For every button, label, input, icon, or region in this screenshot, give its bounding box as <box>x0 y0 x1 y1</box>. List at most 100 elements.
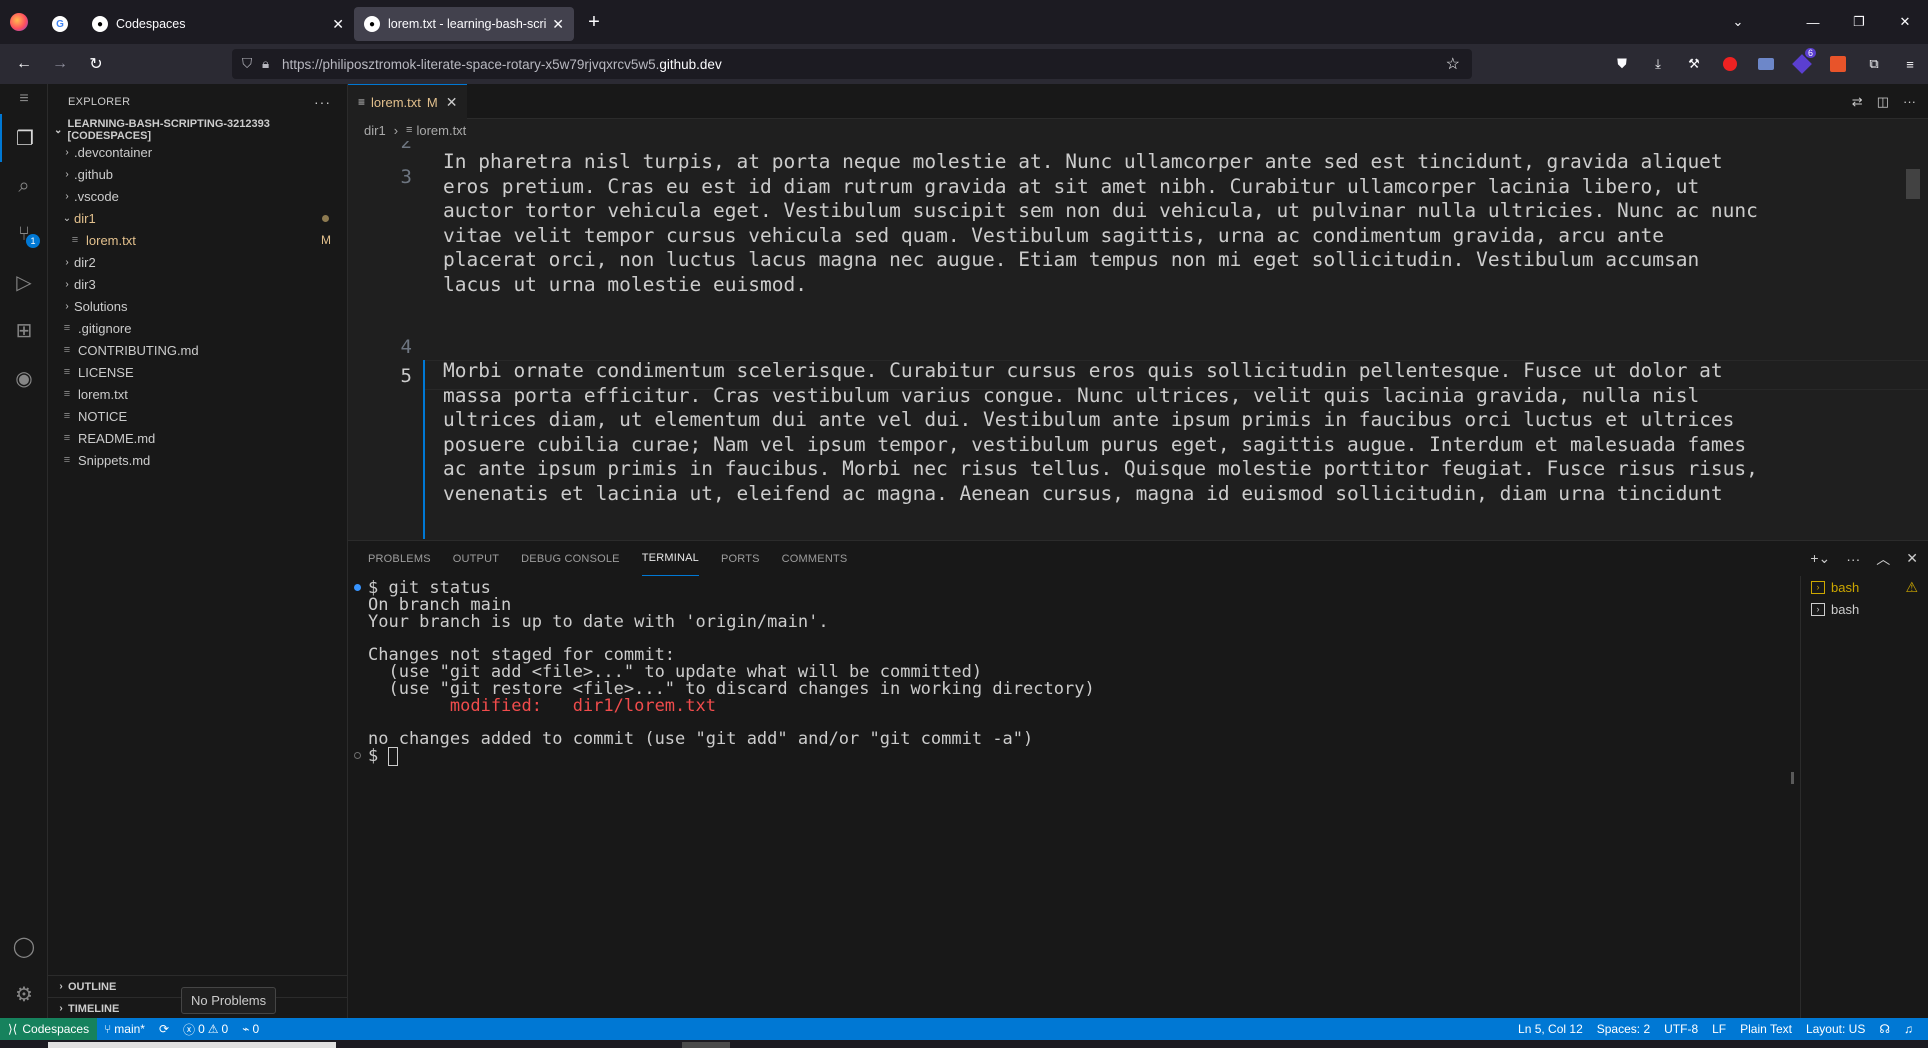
tab-output[interactable]: OUTPUT <box>453 541 499 576</box>
feedback-icon[interactable]: ☊ <box>1872 1022 1897 1036</box>
tree-item[interactable]: ≡ lorem.txt <box>48 383 347 405</box>
keyboard-layout[interactable]: Layout: US <box>1799 1022 1872 1036</box>
warning-icon: ⚠ <box>207 1022 219 1036</box>
tree-item[interactable]: ≡ .gitignore <box>48 317 347 339</box>
terminal[interactable]: $ git status On branch main Your branch is… <box>348 576 1800 1019</box>
terminal-item-bash[interactable]: › bash <box>1801 598 1928 620</box>
lock-icon[interactable]: 🔒︎ <box>262 56 282 72</box>
list-all-tabs-icon[interactable]: ⌄ <box>1718 0 1758 44</box>
app-menu-icon[interactable]: ≡ <box>1892 44 1928 84</box>
activity-bar: ≡ ❐ ⌕ ⑂ 1 ▷ ⊞ ◉ ◯ ⚙ <box>0 84 48 1018</box>
tree-item[interactable]: › .github <box>48 163 347 185</box>
extensions-icon[interactable]: ⊞ <box>0 306 48 354</box>
breadcrumb-file[interactable]: lorem.txt <box>416 123 466 138</box>
extension-card-icon[interactable] <box>1748 44 1784 84</box>
command-success-dot <box>354 584 361 591</box>
branch-indicator[interactable]: ⑂ main* <box>97 1022 152 1036</box>
editor-more-icon[interactable]: ··· <box>1903 94 1916 109</box>
extension-badge-icon[interactable]: 6 <box>1784 44 1820 84</box>
notifications-bell-icon[interactable]: ♫ <box>1897 1022 1920 1036</box>
minimize-icon[interactable]: — <box>1790 0 1836 44</box>
back-icon[interactable]: ← <box>6 48 42 80</box>
tree-item-label: Snippets.md <box>78 452 151 468</box>
end-of-line[interactable]: LF <box>1705 1022 1733 1036</box>
close-tab-icon[interactable]: ✕ <box>332 16 344 33</box>
panel-more-icon[interactable]: ··· <box>1846 551 1860 567</box>
tree-item[interactable]: ≡ lorem.txt M <box>48 229 347 251</box>
menu-icon[interactable]: ≡ <box>0 84 48 114</box>
terminal-scrollbar[interactable] <box>1791 772 1794 784</box>
code-area[interactable]: 2 3 4 5 In pharetra nisl turpis, at port… <box>348 141 1928 539</box>
close-editor-icon[interactable]: ✕ <box>446 94 458 111</box>
pocket-icon[interactable]: ⛊ <box>1604 44 1640 84</box>
tree-item[interactable]: ≡ LICENSE <box>48 361 347 383</box>
accounts-icon[interactable]: ◯ <box>0 922 48 970</box>
tree-item-label: .devcontainer <box>74 144 153 160</box>
tab-terminal[interactable]: TERMINAL <box>641 541 699 576</box>
tab-problems[interactable]: PROBLEMS <box>368 541 431 576</box>
workspace-root[interactable]: ⌄ LEARNING-BASH-SCRIPTING-3212393 [CODES… <box>48 118 347 142</box>
close-window-icon[interactable]: ✕ <box>1882 0 1928 44</box>
timeline-label: TIMELINE <box>68 1002 120 1015</box>
browser-tab-google[interactable]: G <box>38 7 82 41</box>
github-icon[interactable]: ◉ <box>0 354 48 402</box>
tree-item[interactable]: › Solutions <box>48 295 347 317</box>
cursor-position[interactable]: Ln 5, Col 12 <box>1511 1022 1590 1036</box>
scroll-indicator <box>682 1042 730 1048</box>
terminal-item-bash[interactable]: › bash ⚠ <box>1801 576 1928 598</box>
search-icon[interactable]: ⌕ <box>0 162 48 210</box>
code-line: lacus ut urna molestie euismod. <box>443 272 807 296</box>
close-panel-icon[interactable]: ✕ <box>1906 550 1918 567</box>
breadcrumb-dir[interactable]: dir1 <box>364 123 386 138</box>
tree-item[interactable]: ≡ CONTRIBUTING.md <box>48 339 347 361</box>
restore-icon[interactable]: ❐ <box>1836 0 1882 44</box>
terminal-list: › bash ⚠ › bash <box>1800 576 1928 1019</box>
indentation[interactable]: Spaces: 2 <box>1590 1022 1657 1036</box>
tab-comments[interactable]: COMMENTS <box>782 541 848 576</box>
run-debug-icon[interactable]: ▷ <box>0 258 48 306</box>
tracking-shield-icon[interactable]: ⛉ <box>232 56 262 72</box>
url-bar[interactable]: ⛉ 🔒︎ https://philiposztromok-literate-sp… <box>232 49 1472 79</box>
reload-icon[interactable]: ↻ <box>78 48 114 80</box>
bookmark-star-icon[interactable]: ☆ <box>1446 54 1460 74</box>
tree-item[interactable]: › .devcontainer <box>48 141 347 163</box>
tree-item[interactable]: › .vscode <box>48 185 347 207</box>
extension-orange-icon[interactable] <box>1820 44 1856 84</box>
browser-tab-codespaces[interactable]: ● Codespaces ✕ <box>82 7 354 41</box>
tree-item[interactable]: › dir2 <box>48 251 347 273</box>
manage-gear-icon[interactable]: ⚙ <box>0 970 48 1018</box>
tab-ports[interactable]: PORTS <box>721 541 760 576</box>
chevron-down-icon: ⌄ <box>54 124 63 136</box>
tree-item[interactable]: › dir3 <box>48 273 347 295</box>
sync-icon[interactable]: ⟳ <box>152 1022 176 1036</box>
extension-red-icon[interactable] <box>1712 44 1748 84</box>
encoding[interactable]: UTF-8 <box>1657 1022 1705 1036</box>
maximize-panel-icon[interactable]: ︿ <box>1876 549 1890 569</box>
problems-indicator[interactable]: ⓧ 0 ⚠ 0 <box>176 1021 235 1038</box>
source-control-icon[interactable]: ⑂ 1 <box>0 210 48 258</box>
tree-item[interactable]: ⌄ dir1 <box>48 207 347 229</box>
close-tab-icon[interactable]: ✕ <box>552 16 564 33</box>
editor-tab-lorem[interactable]: ≡ lorem.txt M ✕ <box>348 84 468 119</box>
tree-item[interactable]: ≡ NOTICE <box>48 405 347 427</box>
extensions-puzzle-icon[interactable]: ⧉ <box>1856 44 1892 84</box>
firefox-menu-icon[interactable] <box>0 0 38 44</box>
new-terminal-icon[interactable]: +⌄ <box>1810 550 1830 567</box>
ports-indicator[interactable]: ⌁ 0 <box>235 1022 266 1036</box>
browser-tab-lorem[interactable]: ● lorem.txt - learning-bash-script ✕ <box>354 7 574 41</box>
tree-item[interactable]: ≡ README.md <box>48 427 347 449</box>
downloads-icon[interactable]: ⤓ <box>1640 44 1676 84</box>
remote-indicator[interactable]: ⟩⟨ Codespaces <box>0 1018 98 1040</box>
wrench-icon[interactable]: ⚒ <box>1676 44 1712 84</box>
tree-item[interactable]: ≡ Snippets.md <box>48 449 347 471</box>
scrollbar-thumb[interactable] <box>1906 169 1920 199</box>
tab-debug-console[interactable]: DEBUG CONSOLE <box>521 541 620 576</box>
more-actions-icon[interactable]: ··· <box>314 94 331 110</box>
language-mode[interactable]: Plain Text <box>1733 1022 1799 1036</box>
explorer-icon[interactable]: ❐ <box>0 114 48 162</box>
explorer-header: EXPLORER ··· <box>48 84 347 119</box>
new-tab-button[interactable]: + <box>574 11 614 34</box>
forward-icon[interactable]: → <box>42 48 78 80</box>
split-editor-icon[interactable]: ◫ <box>1877 94 1889 110</box>
open-changes-icon[interactable]: ⇄ <box>1852 94 1863 110</box>
